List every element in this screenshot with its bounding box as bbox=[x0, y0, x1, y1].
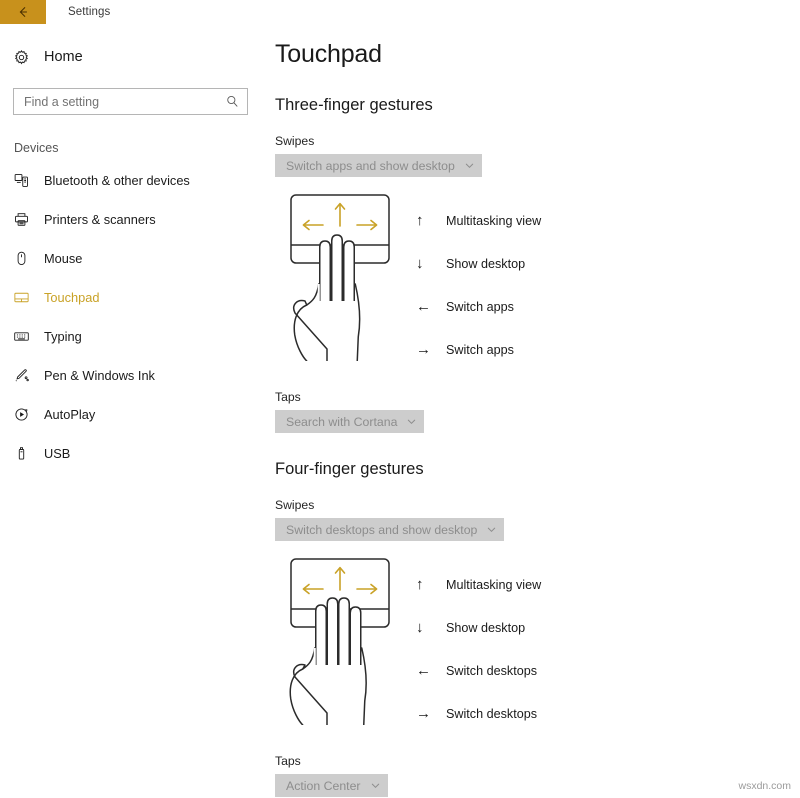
page-title: Touchpad bbox=[275, 40, 382, 68]
gesture-row: ← Switch desktops bbox=[416, 649, 541, 692]
gesture-row: → Switch apps bbox=[416, 328, 541, 371]
swipes-dropdown[interactable]: Switch apps and show desktop bbox=[275, 154, 482, 177]
sidebar-item-printers-scanners[interactable]: Printers & scanners bbox=[0, 200, 262, 239]
swipes-dropdown-value: Switch apps and show desktop bbox=[286, 158, 455, 173]
chevron-down-icon bbox=[370, 780, 381, 791]
swipes-dropdown-value: Switch desktops and show desktop bbox=[286, 522, 478, 537]
sidebar-item-label: Bluetooth & other devices bbox=[44, 173, 190, 188]
bluetooth-devices-icon bbox=[13, 172, 38, 189]
chevron-down-icon bbox=[464, 160, 475, 171]
sidebar-item-home[interactable]: Home bbox=[0, 42, 262, 72]
sidebar: Home Devices Bluetooth & other devices P… bbox=[0, 24, 262, 798]
sidebar-item-label: Typing bbox=[44, 329, 82, 344]
taps-label: Taps bbox=[275, 390, 301, 404]
up-arrow-icon: ↑ bbox=[416, 212, 424, 229]
search-box[interactable] bbox=[13, 88, 248, 115]
main-content: Touchpad Three-finger gestures Swipes Sw… bbox=[262, 24, 800, 798]
gesture-label: Switch apps bbox=[446, 342, 514, 357]
swipes-label: Swipes bbox=[275, 498, 315, 512]
sidebar-item-label: Mouse bbox=[44, 251, 83, 266]
pen-icon bbox=[13, 367, 38, 384]
touchpad-icon bbox=[13, 289, 38, 306]
watermark: wsxdn.com bbox=[738, 780, 791, 792]
search-icon bbox=[225, 94, 240, 109]
section-heading: Three-finger gestures bbox=[275, 96, 433, 114]
gesture-section: Three-finger gestures Swipes Switch apps… bbox=[275, 96, 800, 433]
gesture-label: Multitasking view bbox=[446, 577, 542, 592]
sidebar-item-label: USB bbox=[44, 446, 71, 461]
touchpad-hand-diagram bbox=[275, 553, 408, 735]
window-title: Settings bbox=[68, 6, 111, 18]
taps-label: Taps bbox=[275, 754, 301, 768]
sidebar-item-pen-windows-ink[interactable]: Pen & Windows Ink bbox=[0, 356, 262, 395]
gesture-row: → Switch desktops bbox=[416, 692, 541, 735]
sidebar-item-touchpad[interactable]: Touchpad bbox=[0, 278, 262, 317]
settings-window: Settings Home Devices bbox=[0, 0, 800, 798]
search-input[interactable] bbox=[24, 94, 225, 109]
sidebar-nav-list: Bluetooth & other devices Printers & sca… bbox=[0, 161, 262, 473]
sidebar-item-usb[interactable]: USB bbox=[0, 434, 262, 473]
up-arrow-icon: ↑ bbox=[416, 576, 424, 593]
sidebar-item-label: Printers & scanners bbox=[44, 212, 156, 227]
sidebar-group-title: Devices bbox=[14, 141, 59, 155]
taps-dropdown[interactable]: Search with Cortana bbox=[275, 410, 425, 433]
settings-sections: Three-finger gestures Swipes Switch apps… bbox=[275, 96, 800, 797]
gesture-label: Show desktop bbox=[446, 620, 526, 635]
gesture-label: Multitasking view bbox=[446, 213, 542, 228]
gesture-row: ↑ Multitasking view bbox=[416, 199, 541, 242]
sidebar-item-mouse[interactable]: Mouse bbox=[0, 239, 262, 278]
left-arrow-icon: ← bbox=[416, 662, 431, 679]
gesture-block: ↑ Multitasking view ↓ Show desktop ← Swi… bbox=[275, 189, 800, 371]
sidebar-item-label: Pen & Windows Ink bbox=[44, 368, 155, 383]
gesture-label: Switch desktops bbox=[446, 706, 537, 721]
gesture-section: Four-finger gestures Swipes Switch deskt… bbox=[275, 460, 800, 797]
down-arrow-icon: ↓ bbox=[416, 255, 424, 272]
swipes-dropdown[interactable]: Switch desktops and show desktop bbox=[275, 518, 505, 541]
back-arrow-icon bbox=[19, 7, 28, 17]
chevron-down-icon bbox=[486, 524, 497, 535]
autoplay-icon bbox=[13, 406, 38, 423]
gesture-label: Switch apps bbox=[446, 299, 514, 314]
section-heading: Four-finger gestures bbox=[275, 460, 424, 478]
gear-icon bbox=[13, 49, 39, 66]
swipes-label: Swipes bbox=[275, 134, 315, 148]
gesture-list: ↑ Multitasking view ↓ Show desktop ← Swi… bbox=[416, 189, 541, 371]
chevron-down-icon bbox=[406, 416, 417, 427]
keyboard-icon bbox=[13, 328, 38, 345]
usb-icon bbox=[13, 445, 38, 462]
gesture-list: ↑ Multitasking view ↓ Show desktop ← Swi… bbox=[416, 553, 541, 735]
sidebar-home-label: Home bbox=[44, 49, 83, 65]
gesture-row: ↓ Show desktop bbox=[416, 606, 541, 649]
gesture-row: ↑ Multitasking view bbox=[416, 563, 541, 606]
sidebar-item-label: Touchpad bbox=[44, 290, 100, 305]
touchpad-hand-diagram bbox=[275, 189, 408, 371]
taps-dropdown-value: Action Center bbox=[286, 778, 361, 793]
gesture-block: ↑ Multitasking view ↓ Show desktop ← Swi… bbox=[275, 553, 800, 735]
printer-icon bbox=[13, 211, 38, 228]
right-arrow-icon: → bbox=[416, 705, 431, 722]
taps-dropdown-value: Search with Cortana bbox=[286, 414, 398, 429]
taps-dropdown[interactable]: Action Center bbox=[275, 774, 388, 797]
title-bar: Settings bbox=[0, 0, 800, 24]
left-arrow-icon: ← bbox=[416, 298, 431, 315]
sidebar-item-bluetooth-other-devices[interactable]: Bluetooth & other devices bbox=[0, 161, 262, 200]
gesture-row: ↓ Show desktop bbox=[416, 242, 541, 285]
mouse-icon bbox=[13, 250, 38, 267]
back-button[interactable] bbox=[0, 0, 46, 24]
gesture-row: ← Switch apps bbox=[416, 285, 541, 328]
sidebar-item-autoplay[interactable]: AutoPlay bbox=[0, 395, 262, 434]
down-arrow-icon: ↓ bbox=[416, 619, 424, 636]
sidebar-item-label: AutoPlay bbox=[44, 407, 96, 422]
gesture-label: Switch desktops bbox=[446, 663, 537, 678]
right-arrow-icon: → bbox=[416, 341, 431, 358]
sidebar-item-typing[interactable]: Typing bbox=[0, 317, 262, 356]
gesture-label: Show desktop bbox=[446, 256, 526, 271]
